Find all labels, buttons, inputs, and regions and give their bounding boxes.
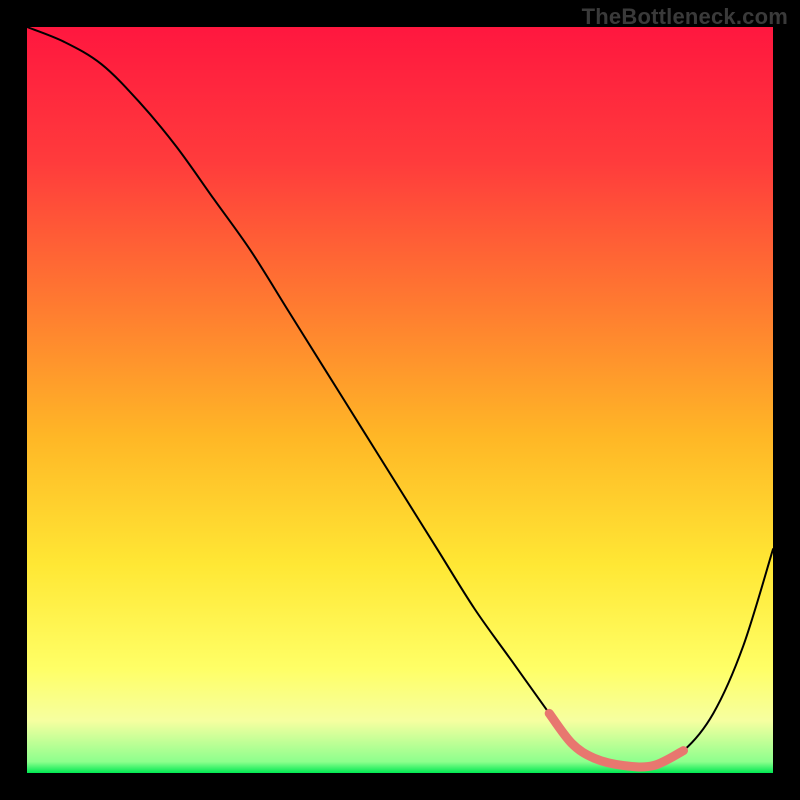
watermark-text: TheBottleneck.com: [582, 4, 788, 30]
chart-frame: { "watermark": "TheBottleneck.com", "col…: [0, 0, 800, 800]
bottleneck-chart: [0, 0, 800, 800]
chart-gradient-background: [27, 27, 773, 773]
